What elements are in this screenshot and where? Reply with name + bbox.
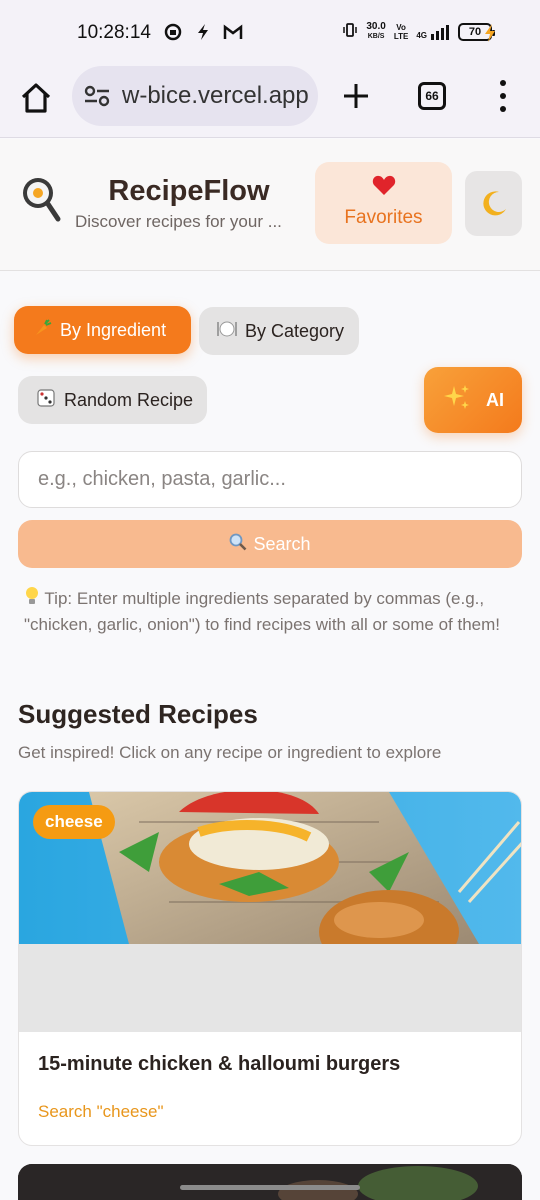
charging-icon	[484, 24, 496, 47]
plate-icon	[217, 320, 237, 343]
network-type: 4G	[416, 30, 427, 40]
tab-switcher-button[interactable]: 66	[418, 82, 446, 110]
vibrate-icon	[342, 22, 358, 41]
theme-toggle-button[interactable]	[465, 171, 522, 236]
search-button[interactable]: Search	[18, 520, 522, 568]
gmail-icon	[223, 22, 243, 42]
tab-random-recipe[interactable]: Random Recipe	[18, 376, 207, 424]
plus-icon	[344, 84, 368, 108]
next-recipe-card[interactable]	[18, 1164, 522, 1200]
status-time: 10:28:14	[77, 22, 151, 43]
app-subtitle: Discover recipes for your ...	[75, 212, 282, 231]
magnifier-icon	[229, 533, 247, 556]
tab-by-ingredient-label: By Ingredient	[60, 319, 167, 340]
recipe-card[interactable]: cheese 15-minute chicken & halloumi burg…	[18, 791, 522, 1146]
address-bar[interactable]: w-bice.vercel.app	[72, 66, 318, 126]
suggested-recipes-title: Suggested Recipes	[18, 699, 258, 729]
carrot-icon	[34, 318, 52, 342]
network-speed: 30.0 KB/S	[366, 22, 385, 41]
site-settings-icon[interactable]	[84, 85, 110, 107]
tab-by-category-label: By Category	[245, 320, 345, 341]
new-tab-button[interactable]	[340, 80, 372, 112]
bolt-notification-icon	[193, 22, 213, 42]
battery-level: 70	[468, 25, 482, 38]
search-button-label: Search	[253, 533, 311, 554]
recipe-title[interactable]: 15-minute chicken & halloumi burgers	[38, 1053, 400, 1076]
tab-by-ingredient[interactable]: By Ingredient	[14, 306, 191, 354]
network-speed-unit: KB/S	[367, 33, 385, 40]
frying-pan-logo-icon	[20, 175, 62, 223]
url-text: w-bice.vercel.app	[122, 82, 309, 109]
heart-icon	[315, 174, 452, 201]
ingredient-search-input[interactable]	[18, 451, 522, 508]
ingredient-badge[interactable]: cheese	[33, 805, 115, 839]
home-button[interactable]	[18, 80, 54, 116]
search-ingredient-link[interactable]: Search "cheese"	[38, 1102, 163, 1122]
menu-dot-icon	[500, 93, 506, 99]
moon-icon	[482, 190, 506, 215]
home-icon	[21, 83, 51, 113]
network-speed-value: 30.0	[366, 21, 386, 32]
browser-toolbar: w-bice.vercel.app 66	[0, 66, 540, 138]
ai-button[interactable]: AI	[424, 367, 522, 433]
status-notification-icons	[163, 22, 243, 42]
volte-icon: Vo LTE	[393, 22, 409, 41]
status-system-icons: 30.0 KB/S Vo LTE 4G 70	[342, 22, 495, 41]
tab-by-category[interactable]: By Category	[199, 307, 359, 355]
sparkles-icon	[442, 382, 472, 419]
search-tip: Tip: Enter multiple ingredients separate…	[24, 586, 524, 637]
recipe-image-placeholder	[19, 944, 521, 1032]
dice-icon	[36, 388, 56, 413]
gesture-home-indicator[interactable]	[180, 1185, 360, 1190]
ai-button-label: AI	[486, 389, 504, 410]
app-header: RecipeFlow Discover recipes for your ...…	[0, 139, 540, 271]
tab-random-recipe-label: Random Recipe	[64, 389, 194, 410]
search-tip-text: Tip: Enter multiple ingredients separate…	[24, 589, 500, 634]
suggested-recipes-subtitle: Get inspired! Click on any recipe or ing…	[18, 743, 442, 762]
favorites-label: Favorites	[344, 207, 423, 228]
favorites-button[interactable]: Favorites	[315, 162, 452, 244]
menu-dot-icon	[500, 80, 506, 86]
notification-app-icon	[163, 22, 183, 42]
lightbulb-icon	[24, 586, 40, 613]
status-bar: 10:28:14 30.0 KB/S Vo LTE 4G 70	[0, 0, 540, 66]
menu-dot-icon	[500, 106, 506, 112]
browser-menu-button[interactable]	[496, 80, 510, 112]
signal-icon: 4G	[416, 24, 450, 40]
app-title: RecipeFlow	[108, 175, 270, 207]
